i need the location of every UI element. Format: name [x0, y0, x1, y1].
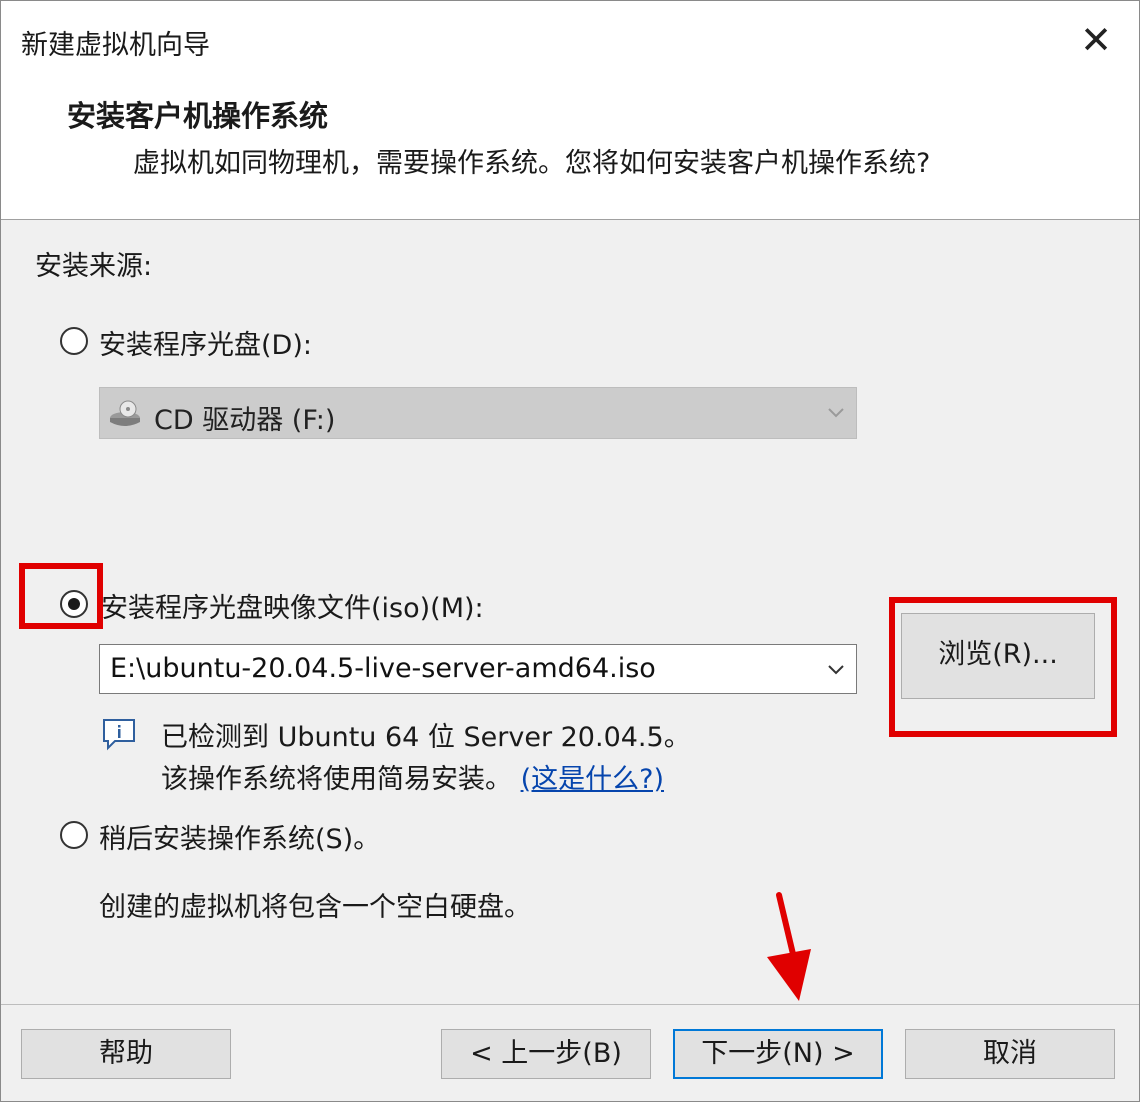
option-install-later-label[interactable]: 稍后安装操作系统(S)。 — [99, 817, 380, 856]
red-arrow-down-icon — [767, 892, 811, 1001]
option-iso-image-label[interactable]: 安装程序光盘映像文件(iso)(M): — [101, 586, 484, 625]
highlight-box-browse — [889, 597, 1117, 737]
radio-install-later[interactable] — [60, 821, 88, 849]
radio-installer-disc[interactable] — [60, 327, 88, 355]
close-icon[interactable]: ✕ — [1071, 15, 1121, 65]
info-icon — [103, 719, 135, 751]
chevron-down-icon[interactable] — [826, 659, 846, 679]
empty-disk-note: 创建的虚拟机将包含一个空白硬盘。 — [99, 892, 531, 923]
next-button[interactable]: 下一步(N) > — [673, 1029, 883, 1079]
back-button[interactable]: < 上一步(B) — [441, 1029, 651, 1079]
iso-path-combobox[interactable]: E:\ubuntu-20.04.5-live-server-amd64.iso — [99, 644, 857, 694]
install-source-label: 安装来源: — [35, 251, 153, 282]
whats-this-link[interactable]: (这是什么?) — [521, 764, 664, 795]
chevron-down-icon — [828, 408, 844, 418]
easy-install-label: 该操作系统将使用简易安装。 — [161, 764, 512, 795]
cd-drive-select: CD 驱动器 (F:) — [99, 387, 857, 439]
page-description: 虚拟机如同物理机，需要操作系统。您将如何安装客户机操作系统? — [133, 148, 931, 179]
cancel-button[interactable]: 取消 — [905, 1029, 1115, 1079]
iso-path-value[interactable]: E:\ubuntu-20.04.5-live-server-amd64.iso — [110, 653, 656, 684]
page-heading: 安装客户机操作系统 — [67, 99, 329, 133]
window-title: 新建虚拟机向导 — [21, 30, 210, 61]
option-installer-disc-label[interactable]: 安装程序光盘(D): — [99, 323, 312, 362]
new-vm-wizard-window: 新建虚拟机向导 ✕ 安装客户机操作系统 虚拟机如同物理机，需要操作系统。您将如何… — [0, 0, 1140, 1102]
cd-drive-icon — [110, 400, 140, 426]
help-button[interactable]: 帮助 — [21, 1029, 231, 1079]
easy-install-text: 该操作系统将使用简易安装。 (这是什么?) — [161, 757, 664, 796]
detected-os-text: 已检测到 Ubuntu 64 位 Server 20.04.5。 — [161, 722, 691, 753]
cd-drive-value: CD 驱动器 (F:) — [154, 405, 336, 436]
wizard-header: 新建虚拟机向导 ✕ 安装客户机操作系统 虚拟机如同物理机，需要操作系统。您将如何… — [1, 1, 1139, 220]
highlight-box-radio — [19, 563, 103, 629]
footer-divider — [1, 1004, 1139, 1005]
